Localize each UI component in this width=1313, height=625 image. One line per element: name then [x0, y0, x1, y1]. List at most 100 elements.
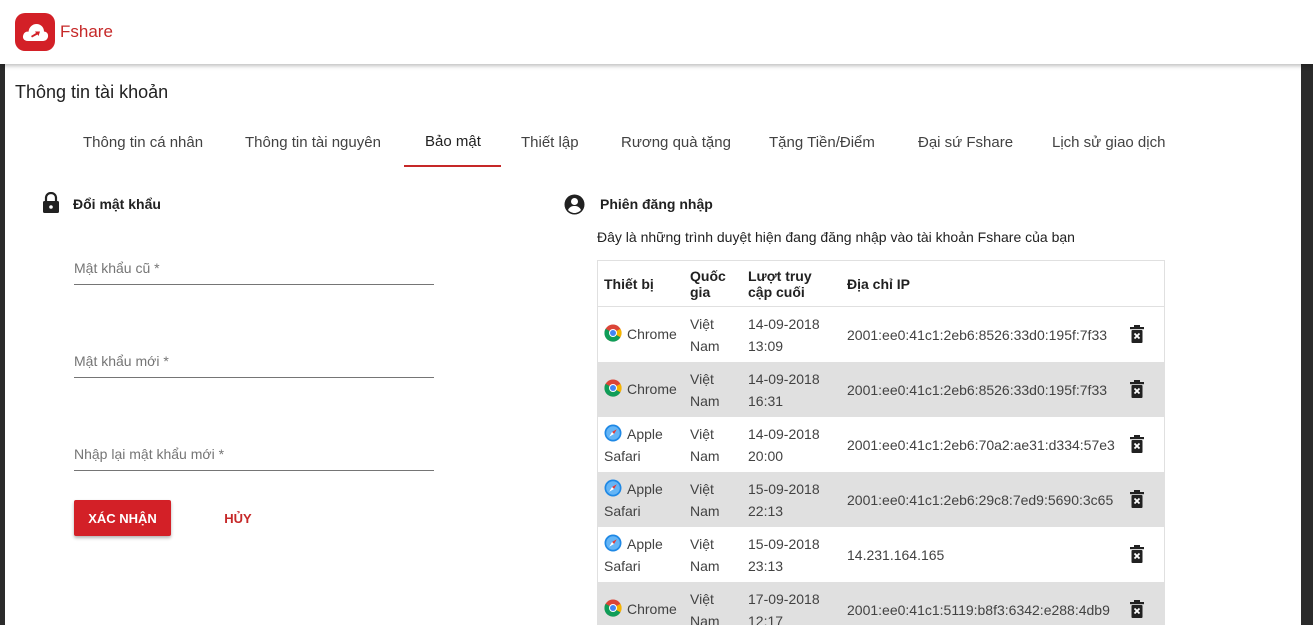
delete-session-icon[interactable] — [1129, 434, 1145, 454]
device-name: Apple — [627, 481, 663, 497]
device-name-line2: Safari — [604, 558, 641, 574]
table-row: Apple Safari Việt Nam 15-09-2018 23:13 14.231.… — [598, 527, 1164, 582]
country-line1: Việt — [690, 536, 714, 552]
country-cell: Việt Nam — [690, 368, 740, 412]
last-access-time: 23:13 — [748, 558, 784, 574]
tab-gift-box[interactable]: Rương quà tặng — [621, 134, 731, 151]
header-country: Quốc gia — [690, 268, 726, 300]
country-line2: Nam — [690, 448, 720, 464]
table-row: Chrome Việt Nam 17-09-2018 12:17 2001:ee0:41c… — [598, 582, 1164, 625]
sessions-table: Thiết bị Quốc gia Lượt truy cập cuối Địa… — [597, 260, 1165, 625]
table-body: Chrome Việt Nam 14-09-2018 13:09 2001:ee0:41c… — [598, 307, 1164, 625]
device-name: Chrome — [627, 326, 677, 342]
last-access-cell: 14-09-2018 13:09 — [748, 313, 838, 357]
ip-cell: 2001:ee0:41c1:2eb6:8526:33d0:195f:7f33 — [847, 382, 1108, 398]
last-access-time: 12:17 — [748, 613, 784, 625]
confirm-button[interactable]: XÁC NHẬN — [74, 500, 171, 536]
country-cell: Việt Nam — [690, 533, 740, 577]
device-name: Apple — [627, 536, 663, 552]
chrome-icon — [604, 379, 622, 397]
table-row: Apple Safari Việt Nam 15-09-2018 22:13 2001:ee… — [598, 472, 1164, 527]
confirm-password-underline — [74, 470, 434, 471]
table-row: Chrome Việt Nam 14-09-2018 16:31 2001:ee0:41c… — [598, 362, 1164, 417]
table-row: Apple Safari Việt Nam 14-09-2018 20:00 2001:ee… — [598, 417, 1164, 472]
last-access-cell: 15-09-2018 23:13 — [748, 533, 838, 577]
last-access-time: 22:13 — [748, 503, 784, 519]
active-tab-indicator — [404, 165, 501, 167]
last-access-date: 17-09-2018 — [748, 591, 820, 607]
lock-icon — [43, 192, 59, 213]
tab-transaction-history[interactable]: Lịch sử giao dịch — [1052, 134, 1165, 151]
device-name: Chrome — [627, 381, 677, 397]
cancel-button[interactable]: HỦY — [205, 500, 271, 536]
last-access-time: 13:09 — [748, 338, 784, 354]
header-last-access-line2: cập cuối — [748, 284, 805, 300]
chrome-icon — [604, 599, 622, 617]
last-access-date: 15-09-2018 — [748, 481, 820, 497]
country-line2: Nam — [690, 393, 720, 409]
country-line1: Việt — [690, 591, 714, 607]
safari-icon — [604, 424, 622, 442]
header-last-access: Lượt truy cập cuối — [748, 268, 812, 300]
safari-icon — [604, 479, 622, 497]
last-access-time: 16:31 — [748, 393, 784, 409]
device-cell: Chrome — [604, 598, 688, 620]
header-country-line2: gia — [690, 284, 711, 300]
country-line2: Nam — [690, 613, 720, 625]
ip-cell: 2001:ee0:41c1:2eb6:8526:33d0:195f:7f33 — [847, 327, 1108, 343]
delete-session-icon[interactable] — [1129, 489, 1145, 509]
page-title: Thông tin tài khoản — [15, 82, 169, 102]
country-cell: Việt Nam — [690, 588, 740, 625]
ip-cell: 2001:ee0:41c1:5119:b8f3:6342:e288:4db9 — [847, 602, 1110, 618]
device-cell: Apple Safari — [604, 533, 688, 577]
brand-name[interactable]: Fshare — [60, 22, 113, 42]
tab-settings[interactable]: Thiết lập — [521, 134, 579, 151]
tab-resource-info[interactable]: Thông tin tài nguyên — [245, 134, 381, 151]
last-access-cell: 14-09-2018 20:00 — [748, 423, 838, 467]
last-access-date: 15-09-2018 — [748, 536, 820, 552]
device-cell: Apple Safari — [604, 478, 688, 522]
device-name-line2: Safari — [604, 448, 641, 464]
confirm-password-input[interactable]: Nhập lại mật khẩu mới * — [74, 446, 224, 462]
new-password-underline — [74, 377, 434, 378]
device-cell: Chrome — [604, 378, 688, 400]
chrome-icon — [604, 324, 622, 342]
sessions-description: Đây là những trình duyệt hiện đang đăng … — [597, 229, 1075, 245]
device-name: Apple — [627, 426, 663, 442]
device-cell: Apple Safari — [604, 423, 688, 467]
delete-session-icon[interactable] — [1129, 324, 1145, 344]
header-last-access-line1: Lượt truy — [748, 268, 812, 284]
cloud-upload-icon[interactable] — [15, 13, 55, 51]
country-line1: Việt — [690, 481, 714, 497]
device-name: Chrome — [627, 601, 677, 617]
delete-session-icon[interactable] — [1129, 544, 1145, 564]
country-cell: Việt Nam — [690, 478, 740, 522]
country-cell: Việt Nam — [690, 313, 740, 357]
change-password-title: Đổi mật khẩu — [73, 196, 161, 212]
country-line2: Nam — [690, 503, 720, 519]
country-cell: Việt Nam — [690, 423, 740, 467]
last-access-time: 20:00 — [748, 448, 784, 464]
last-access-cell: 15-09-2018 22:13 — [748, 478, 838, 522]
old-password-input[interactable]: Mật khẩu cũ * — [74, 260, 160, 276]
new-password-input[interactable]: Mật khẩu mới * — [74, 353, 169, 369]
top-bar: Fshare — [0, 0, 1313, 64]
tab-security[interactable]: Bảo mật — [425, 133, 481, 150]
header-country-line1: Quốc — [690, 268, 726, 284]
tab-ambassador[interactable]: Đại sứ Fshare — [918, 134, 1013, 151]
last-access-cell: 17-09-2018 12:17 — [748, 588, 838, 625]
delete-session-icon[interactable] — [1129, 379, 1145, 399]
delete-session-icon[interactable] — [1129, 599, 1145, 619]
tab-gift-money[interactable]: Tặng Tiền/Điểm — [769, 134, 875, 151]
old-password-underline — [74, 284, 434, 285]
table-row: Chrome Việt Nam 14-09-2018 13:09 2001:ee0:41c… — [598, 307, 1164, 362]
header-ip: Địa chỉ IP — [847, 276, 911, 292]
last-access-cell: 14-09-2018 16:31 — [748, 368, 838, 412]
ip-cell: 2001:ee0:41c1:2eb6:29c8:7ed9:5690:3c65 — [847, 492, 1114, 508]
tab-personal-info[interactable]: Thông tin cá nhân — [83, 134, 203, 151]
country-line2: Nam — [690, 558, 720, 574]
scrollbar-track[interactable] — [1301, 64, 1313, 625]
device-name-line2: Safari — [604, 503, 641, 519]
ip-cell: 14.231.164.165 — [847, 547, 945, 563]
window-frame-left — [0, 64, 5, 625]
